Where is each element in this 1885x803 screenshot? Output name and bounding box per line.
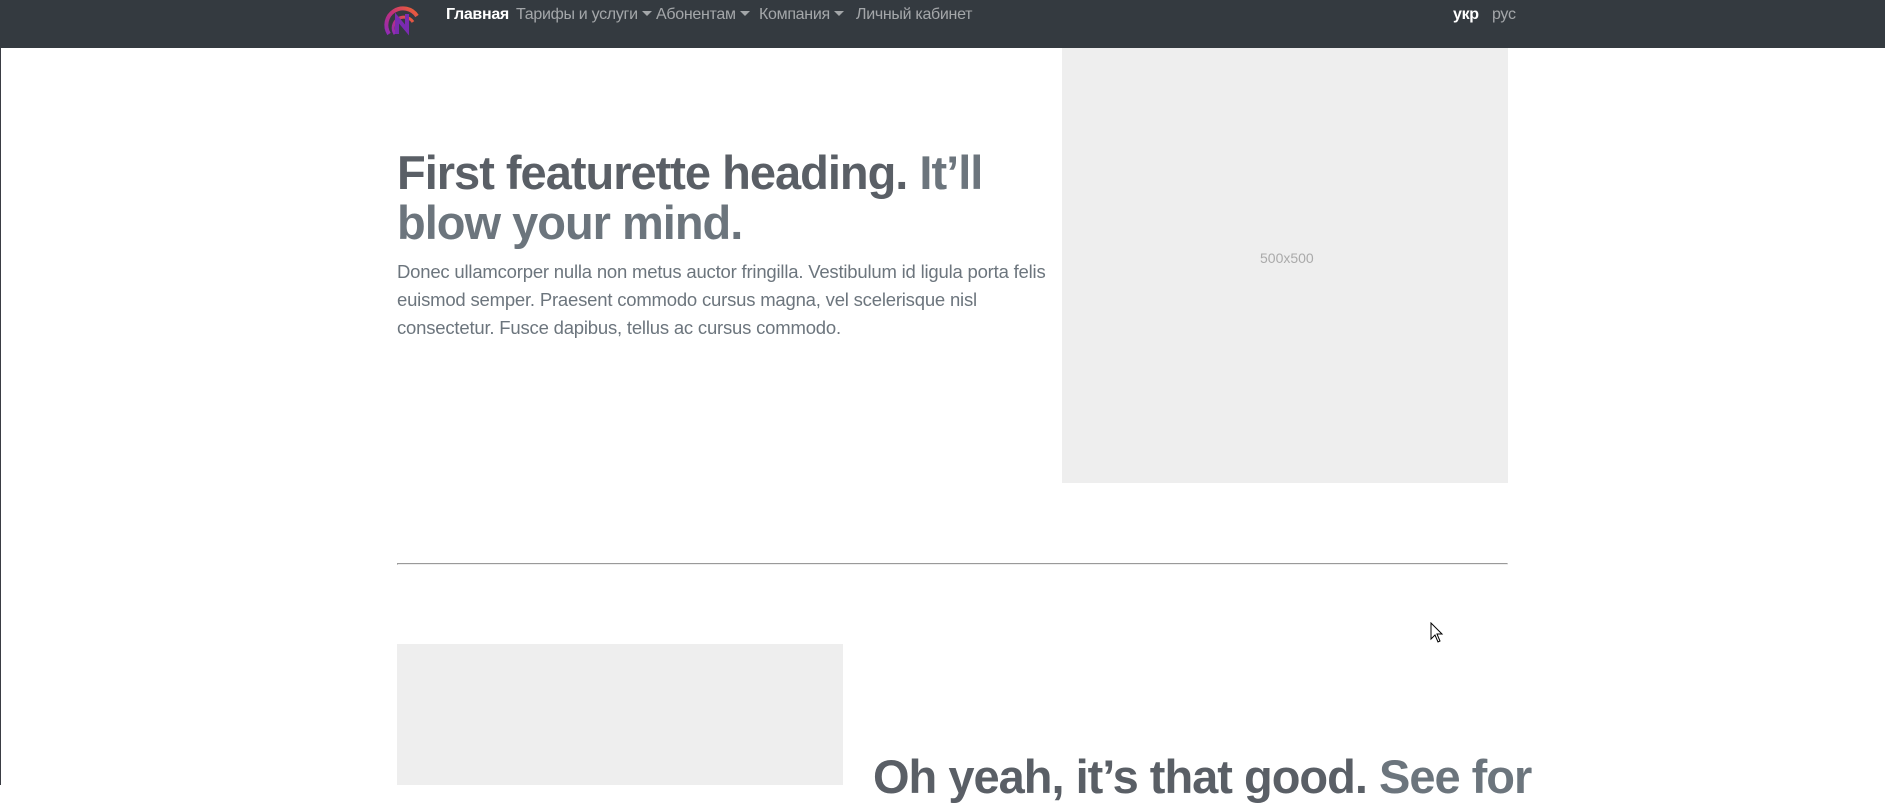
nav-item-home[interactable]: Главная [446, 5, 509, 25]
top-navbar: Главная Тарифы и услуги Абонентам Компан… [0, 0, 1885, 48]
image-size-label: 500x500 [1260, 250, 1314, 266]
featurette-divider [397, 563, 1508, 565]
featurette-heading-main: First featurette heading. [397, 146, 908, 199]
nav-item-label: Тарифы и услуги [516, 6, 638, 23]
caret-down-icon [833, 11, 844, 16]
lang-label: рус [1492, 6, 1516, 23]
page-left-border [0, 0, 1, 785]
lang-rus-link[interactable]: рус [1492, 5, 1516, 25]
brand-logo-icon[interactable] [383, 0, 423, 36]
nav-item-tariffs[interactable]: Тарифы и услуги [516, 5, 652, 25]
nav-item-label: Компания [759, 6, 830, 23]
mouse-pointer-icon [1430, 621, 1444, 644]
nav-item-account[interactable]: Личный кабинет [856, 5, 972, 25]
featurette-heading-muted: See for [1378, 750, 1532, 803]
featurette-heading: First featurette heading. It’ll blow you… [397, 148, 1047, 248]
nav-item-company[interactable]: Компания [759, 5, 844, 25]
lang-label: укр [1453, 6, 1479, 23]
nav-item-label: Главная [446, 6, 509, 23]
featurette-heading-2: Oh yeah, it’s that good. See for [873, 752, 1573, 802]
nav-item-subscribers[interactable]: Абонентам [656, 5, 750, 25]
nav-item-label: Абонентам [656, 6, 736, 23]
featurette-image-placeholder-2 [397, 644, 843, 785]
featurette-lead-text: Donec ullamcorper nulla non metus auctor… [397, 261, 1046, 338]
nav-item-label: Личный кабинет [856, 6, 973, 23]
caret-down-icon [739, 11, 750, 16]
lang-ukr-link[interactable]: укр [1453, 5, 1479, 25]
featurette-heading-main: Oh yeah, it’s that good. [873, 750, 1368, 803]
caret-down-icon [641, 11, 652, 16]
